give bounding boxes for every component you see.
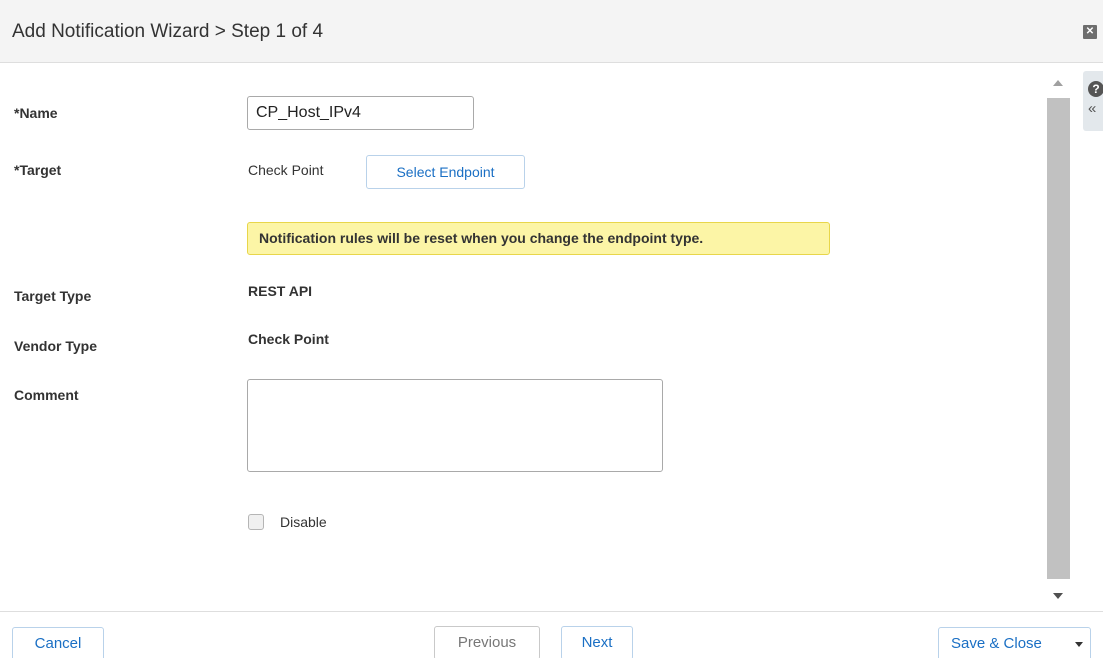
help-panel: ? «: [1083, 71, 1103, 131]
name-label: *Name: [14, 105, 58, 121]
scroll-up-arrow-icon[interactable]: [1053, 80, 1063, 86]
double-chevron-left-icon[interactable]: «: [1088, 101, 1096, 117]
close-icon[interactable]: ✕: [1083, 25, 1097, 39]
scroll-down-arrow-icon[interactable]: [1053, 593, 1063, 599]
vertical-scrollbar[interactable]: [1046, 72, 1071, 607]
next-button[interactable]: Next: [561, 626, 633, 658]
wizard-footer: Cancel Previous Next Save & Close: [0, 611, 1103, 658]
save-close-label: Save & Close: [951, 635, 1042, 652]
wizard-form: *Name CP_Host_IPv4 *Target Check Point S…: [0, 64, 1046, 611]
target-type-value: REST API: [248, 283, 313, 299]
previous-button[interactable]: Previous: [434, 626, 540, 658]
select-endpoint-button[interactable]: Select Endpoint: [366, 155, 525, 189]
target-type-label: Target Type: [14, 288, 92, 304]
disable-label: Disable: [280, 514, 327, 530]
name-input[interactable]: CP_Host_IPv4: [247, 96, 474, 130]
vendor-type-label: Vendor Type: [14, 338, 97, 354]
help-icon[interactable]: ?: [1088, 81, 1103, 97]
comment-label: Comment: [14, 387, 79, 403]
endpoint-warning: Notification rules will be reset when yo…: [247, 222, 830, 255]
cancel-button[interactable]: Cancel: [12, 627, 104, 658]
dialog-title: Add Notification Wizard > Step 1 of 4: [12, 21, 324, 42]
dialog-titlebar: Add Notification Wizard > Step 1 of 4 ✕: [0, 0, 1103, 63]
target-label: *Target: [14, 162, 62, 178]
target-value: Check Point: [248, 162, 324, 178]
caret-down-icon[interactable]: [1075, 642, 1083, 647]
disable-checkbox[interactable]: [248, 514, 264, 530]
save-close-button[interactable]: Save & Close: [938, 627, 1091, 658]
vendor-type-value: Check Point: [248, 331, 329, 347]
scrollbar-thumb[interactable]: [1047, 98, 1070, 579]
comment-textarea[interactable]: [247, 379, 663, 472]
